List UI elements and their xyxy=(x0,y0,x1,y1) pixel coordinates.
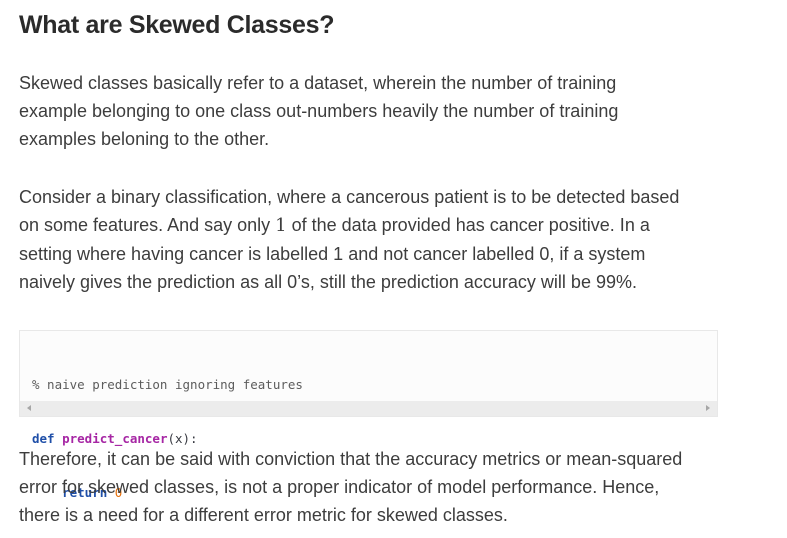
paragraph-text: of the data provided has cancer positive… xyxy=(286,215,650,235)
code-signature: (x): xyxy=(167,431,198,446)
paragraph-line: there is a need for a different error me… xyxy=(19,505,508,525)
paragraph-line: example belonging to one class out-numbe… xyxy=(19,101,619,121)
paragraph-line: error for skewed classes, is not a prope… xyxy=(19,477,660,497)
paragraph-line: Therefore, it can be said with convictio… xyxy=(19,449,683,469)
paragraph-conclusion: Therefore, it can be said with convictio… xyxy=(19,445,731,529)
inline-math-number: 1 xyxy=(275,215,287,236)
paragraph-text: on some features. And say only xyxy=(19,215,276,235)
paragraph-line: Consider a binary classification, where … xyxy=(19,187,680,207)
code-comment: % naive prediction ignoring features xyxy=(32,377,303,392)
code-function-name: predict_cancer xyxy=(62,431,168,446)
chevron-right-icon[interactable] xyxy=(706,405,710,411)
chevron-left-icon[interactable] xyxy=(27,405,31,411)
paragraph-line: Skewed classes basically refer to a data… xyxy=(19,73,617,93)
paragraph-example: Consider a binary classification, where … xyxy=(19,183,731,296)
paragraph-line: on some features. And say only 1 of the … xyxy=(19,211,731,240)
code-block: % naive prediction ignoring features def… xyxy=(19,330,718,500)
paragraph-line: setting where having cancer is labelled … xyxy=(19,244,646,264)
code-line: % naive prediction ignoring features xyxy=(32,376,303,394)
paragraph-line: examples beloning to the other. xyxy=(19,129,270,149)
paragraph-definition: Skewed classes basically refer to a data… xyxy=(19,69,731,153)
paragraph-line: naively gives the prediction as all 0’s,… xyxy=(19,272,637,292)
section-heading: What are Skewed Classes? xyxy=(19,11,335,39)
horizontal-scrollbar[interactable] xyxy=(20,401,717,416)
code-keyword: def xyxy=(32,431,55,446)
